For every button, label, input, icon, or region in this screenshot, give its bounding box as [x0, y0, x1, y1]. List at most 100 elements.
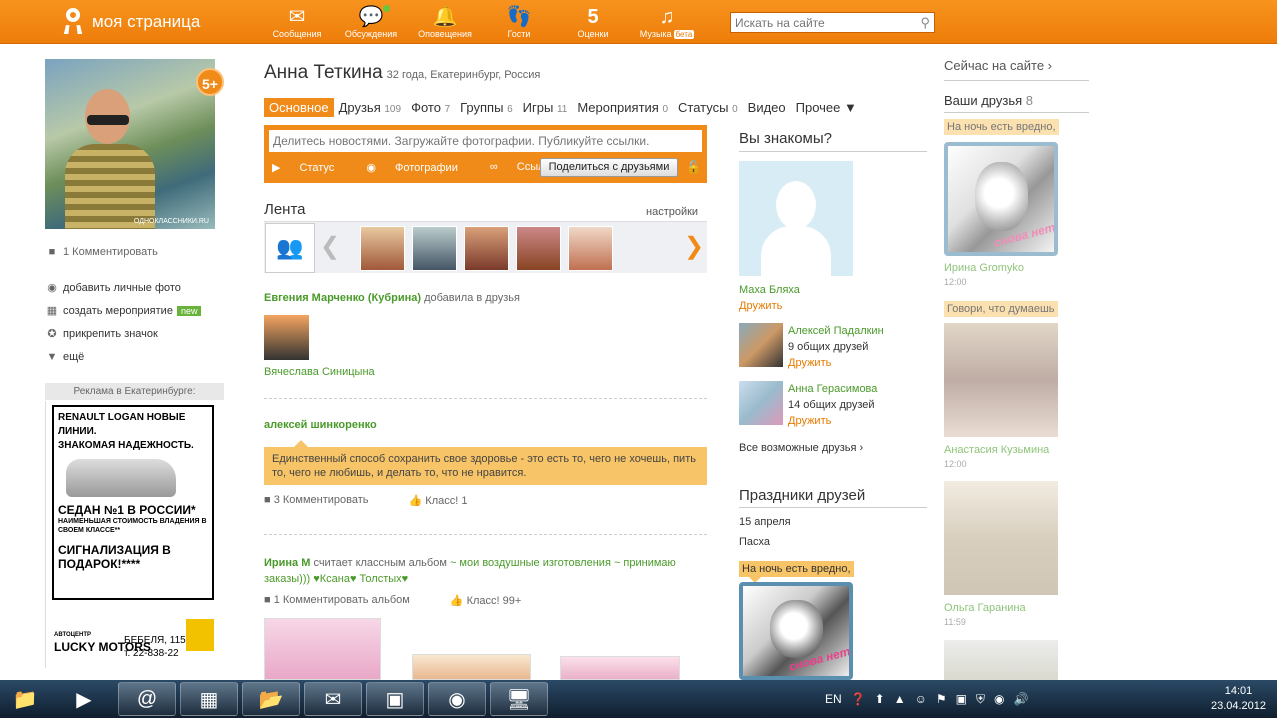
- tab-friends[interactable]: Друзья 109: [334, 98, 406, 117]
- feed-user-link[interactable]: Евгения Марченко (Кубрина): [264, 292, 421, 304]
- comment-album-button[interactable]: ■ 1 Комментировать альбом: [264, 594, 430, 607]
- flag-icon[interactable]: ⚑: [936, 692, 947, 706]
- album-photo[interactable]: [264, 618, 381, 680]
- mail-agent-icon[interactable]: @: [118, 682, 176, 716]
- friend-thumb[interactable]: [516, 226, 561, 271]
- album-photo[interactable]: [560, 656, 680, 680]
- befriend-button[interactable]: Дружить: [739, 300, 782, 312]
- rating-badge[interactable]: 5+: [196, 68, 224, 96]
- share-status[interactable]: ▶ Статус: [272, 161, 350, 174]
- feed-user-link[interactable]: Ирина М: [264, 557, 310, 569]
- strip-right-arrow-icon[interactable]: ❯: [684, 232, 704, 261]
- create-event-link[interactable]: ▦ создать мероприятие new: [45, 299, 225, 322]
- tab-statuses[interactable]: Статусы 0: [673, 98, 743, 117]
- status-quote: Единственный способ сохранить свое здоро…: [264, 440, 707, 485]
- tab-photos[interactable]: Фото 7: [406, 98, 455, 117]
- nav-ratings[interactable]: 5 Оценки: [556, 5, 630, 39]
- tab-groups[interactable]: Группы 6: [455, 98, 518, 117]
- tab-games[interactable]: Игры 11: [518, 98, 573, 117]
- share-photos[interactable]: ◉ Фотографии: [366, 161, 474, 174]
- friend-thumb[interactable]: [568, 226, 613, 271]
- album-photo[interactable]: [412, 654, 531, 680]
- know-title: Вы знакомы?: [739, 130, 832, 147]
- online-now-link[interactable]: Сейчас на сайте ›: [944, 58, 1052, 73]
- class-button[interactable]: 👍 Класс! 99+: [450, 594, 541, 607]
- arrow-up-icon[interactable]: ⬆: [875, 692, 885, 706]
- chat-bubbles-icon: 💬: [358, 6, 384, 28]
- nav-guests[interactable]: 👣 Гости: [482, 5, 556, 39]
- share-with-friends-button[interactable]: Поделиться с друзьями: [540, 158, 678, 177]
- befriend-button[interactable]: Дружить: [788, 357, 831, 369]
- lock-icon[interactable]: 🔓: [686, 160, 701, 174]
- language-indicator[interactable]: EN: [825, 692, 842, 706]
- added-friend-link[interactable]: Вячеслава Синицына: [264, 366, 375, 378]
- feed-user-link[interactable]: алексей шинкоренко: [264, 419, 377, 431]
- your-friends-title[interactable]: Ваши друзья 8: [944, 93, 1033, 108]
- help-icon[interactable]: ❓: [851, 692, 866, 706]
- monitor-icon[interactable]: ▣: [956, 692, 967, 706]
- friend-thumb[interactable]: [360, 226, 405, 271]
- tab-main[interactable]: Основное: [264, 98, 334, 117]
- friend-name-link[interactable]: Ирина Gromyko: [944, 262, 1024, 274]
- suggested-friend-name[interactable]: Алексей Падалкин: [788, 325, 884, 337]
- outlook-icon[interactable]: ✉: [304, 682, 362, 716]
- comment-button[interactable]: ■ 3 Комментировать: [264, 494, 389, 507]
- network-icon[interactable]: ▲: [894, 692, 906, 706]
- nav-discussions[interactable]: 💬 Обсуждения: [334, 5, 408, 39]
- explorer-icon[interactable]: 📁: [0, 682, 50, 716]
- powerpoint-icon[interactable]: ▣: [366, 682, 424, 716]
- friend-photo[interactable]: [264, 315, 309, 360]
- friend-photo[interactable]: снова нет: [944, 142, 1058, 256]
- renault-ad[interactable]: RENAULT LOGAN НОВЫЕ ЛИНИИ. ЗНАКОМАЯ НАДЕ…: [45, 401, 224, 668]
- profile-tabs: Основное Друзья 109 Фото 7 Группы 6 Игры…: [264, 98, 862, 117]
- no-photo-avatar[interactable]: [739, 161, 853, 276]
- suggested-friend-name[interactable]: Маха Бляха: [739, 284, 800, 296]
- tab-video[interactable]: Видео: [743, 98, 791, 117]
- logo-my-page[interactable]: моя страница: [62, 8, 200, 36]
- add-photo-link[interactable]: ◉ добавить личные фото: [45, 276, 225, 299]
- all-possible-friends-link[interactable]: Все возможные друзья ›: [739, 442, 863, 454]
- feed-settings-link[interactable]: настройки: [646, 206, 698, 218]
- friend-thumb[interactable]: [412, 226, 457, 271]
- photo-comment-link[interactable]: ■ 1 Комментировать: [45, 240, 225, 263]
- share-input[interactable]: [269, 130, 702, 152]
- more-link[interactable]: ▼ ещё: [45, 345, 225, 368]
- friend-name-link[interactable]: Анастасия Кузьмина: [944, 444, 1049, 456]
- friend-photo[interactable]: [944, 640, 1058, 680]
- friend-photo[interactable]: [944, 323, 1058, 437]
- search-input[interactable]: [731, 13, 911, 32]
- befriend-button[interactable]: Дружить: [788, 415, 831, 427]
- antivirus-icon[interactable]: ◉: [994, 692, 1004, 706]
- friend-thumb[interactable]: [464, 226, 509, 271]
- suggested-friend-photo[interactable]: [739, 381, 783, 425]
- profile-photo[interactable]: ОДНОКЛАССНИКИ.RU: [45, 59, 215, 229]
- volume-icon[interactable]: 🔊: [1013, 692, 1028, 706]
- divider: [264, 534, 707, 535]
- folder-icon[interactable]: 📂: [242, 682, 300, 716]
- suggested-friend-name[interactable]: Анна Герасимова: [788, 383, 877, 395]
- friend-name-link[interactable]: Ольга Гаранина: [944, 602, 1026, 614]
- nav-music[interactable]: ♫ Музыка бета: [630, 5, 704, 39]
- media-player-icon[interactable]: ▶: [56, 682, 112, 716]
- holiday-friend-photo[interactable]: снова нет: [739, 582, 853, 680]
- nav-notifications[interactable]: 🔔 Оповещения: [408, 5, 482, 39]
- nav-messages[interactable]: ✉ Сообщения: [260, 5, 334, 39]
- suggested-friend-photo[interactable]: [739, 323, 783, 367]
- remote-desktop-icon[interactable]: 🖥: [490, 682, 548, 716]
- firefox-icon[interactable]: ◉: [428, 682, 486, 716]
- class-button[interactable]: 👍 Класс! 1: [409, 494, 488, 507]
- tab-more[interactable]: Прочее ▼: [791, 98, 862, 117]
- attach-badge-link[interactable]: ✪ прикрепить значок: [45, 322, 225, 345]
- search-icon[interactable]: ⚲: [920, 15, 930, 31]
- shield-icon[interactable]: ⛨: [976, 692, 985, 707]
- excel-icon[interactable]: ▦: [180, 682, 238, 716]
- strip-left-arrow-icon[interactable]: ❮: [320, 232, 340, 261]
- friend-status-bubble: На ночь есть вредно,: [944, 119, 1059, 135]
- logo-text: моя страница: [92, 12, 201, 31]
- chat-icon[interactable]: ☺: [915, 692, 927, 706]
- link-icon: ∞: [489, 161, 498, 173]
- friend-photo[interactable]: [944, 481, 1058, 595]
- system-clock[interactable]: 14:01 23.04.2012: [1206, 684, 1271, 714]
- all-friends-icon[interactable]: 👥: [265, 223, 315, 273]
- tab-events[interactable]: Мероприятия 0: [572, 98, 673, 117]
